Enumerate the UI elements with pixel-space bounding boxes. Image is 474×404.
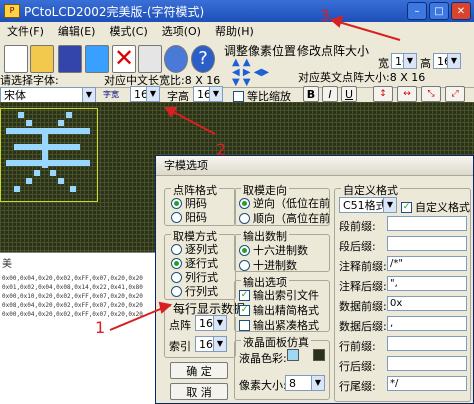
annotation-label-2: 2 — [216, 140, 227, 159]
annotation-arrows — [109, 15, 401, 331]
annotation-label-3: 3 — [320, 6, 331, 25]
annotation-label-1: 1 — [95, 318, 106, 337]
